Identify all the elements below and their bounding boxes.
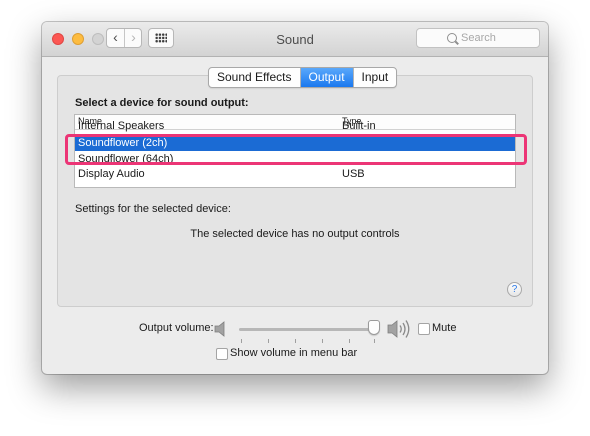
volume-tick bbox=[322, 339, 323, 343]
sound-preferences-window: ‹ › Sound Search Sound Effects Output In… bbox=[42, 22, 548, 374]
device-type: USB bbox=[342, 168, 365, 180]
mute-checkbox[interactable] bbox=[418, 323, 430, 335]
tab-sound-effects[interactable]: Sound Effects bbox=[209, 68, 299, 87]
volume-tick bbox=[268, 339, 269, 343]
output-volume-label: Output volume: bbox=[139, 322, 214, 334]
volume-slider[interactable] bbox=[239, 328, 375, 331]
search-field[interactable]: Search bbox=[416, 28, 540, 48]
device-settings-label: Settings for the selected device: bbox=[75, 203, 231, 215]
select-device-label: Select a device for sound output: bbox=[75, 97, 249, 109]
search-icon bbox=[447, 33, 457, 43]
device-name: Display Audio bbox=[78, 168, 145, 180]
show-volume-in-menu-bar-label: Show volume in menu bar bbox=[230, 347, 358, 359]
device-type: Built-in bbox=[342, 120, 376, 132]
device-row-display-audio[interactable]: Display Audio USB bbox=[75, 167, 515, 182]
help-button[interactable]: ? bbox=[507, 282, 522, 297]
device-name: Internal Speakers bbox=[78, 120, 165, 132]
device-row-internal-speakers[interactable]: Internal Speakers Built-in bbox=[75, 119, 515, 134]
volume-tick bbox=[374, 339, 375, 343]
speaker-high-icon bbox=[387, 320, 410, 338]
tab-bar: Sound Effects Output Input bbox=[208, 67, 398, 88]
title-bar: ‹ › Sound Search bbox=[42, 22, 548, 57]
volume-slider-thumb[interactable] bbox=[368, 320, 380, 335]
tab-output[interactable]: Output bbox=[299, 68, 353, 87]
preferences-panel bbox=[57, 75, 533, 307]
volume-tick bbox=[349, 339, 350, 343]
search-placeholder: Search bbox=[461, 32, 496, 44]
tab-input[interactable]: Input bbox=[352, 68, 397, 87]
show-volume-in-menu-bar-checkbox[interactable] bbox=[216, 348, 228, 360]
speaker-low-icon bbox=[214, 321, 225, 337]
no-output-controls-message: The selected device has no output contro… bbox=[190, 228, 400, 240]
mute-label: Mute bbox=[432, 322, 457, 334]
annotation-highlight-box bbox=[65, 134, 527, 165]
volume-tick bbox=[241, 339, 242, 343]
volume-tick bbox=[295, 339, 296, 343]
